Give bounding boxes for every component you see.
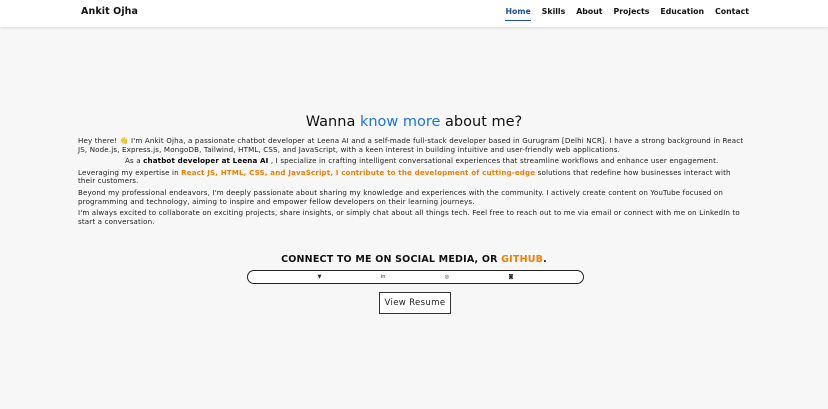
role-highlight: chatbot developer at Leena AI bbox=[143, 156, 269, 166]
expertise-highlight: React JS, HTML, CSS, and JavaScript, I c… bbox=[181, 167, 536, 177]
nav-link-home[interactable]: Home bbox=[505, 7, 532, 21]
navbar: Ankit Ojha Home Skills About Projects Ed… bbox=[0, 0, 828, 27]
linkedin-icon[interactable]: in bbox=[381, 274, 386, 280]
connect-pre: CONNECT TO ME ON SOCIAL MEDIA, OR bbox=[281, 254, 502, 265]
connect-post: . bbox=[543, 254, 547, 265]
twitter-icon[interactable]: ▼ bbox=[318, 274, 322, 280]
about-paragraph-expertise: Leveraging my expertise in React JS, HTM… bbox=[78, 167, 750, 186]
about-paragraph-role: As a chatbot developer at Leena AI , I s… bbox=[78, 156, 750, 166]
about-text: Hey there! 👋 I'm Ankit Ojha, a passionat… bbox=[78, 136, 750, 229]
nav-links: Home Skills About Projects Education Con… bbox=[505, 7, 749, 21]
instagram-icon[interactable]: ◙ bbox=[508, 274, 513, 280]
connect-heading: CONNECT TO ME ON SOCIAL MEDIA, OR GITHUB… bbox=[0, 254, 828, 265]
role-pre: As a bbox=[125, 156, 144, 166]
role-post: , I specialize in crafting intelligent c… bbox=[268, 156, 719, 166]
nav-link-education[interactable]: Education bbox=[660, 7, 704, 19]
brand-logo[interactable]: Ankit Ojha bbox=[81, 6, 138, 17]
github-link[interactable]: GITHUB bbox=[501, 254, 543, 265]
github-icon[interactable]: ◎ bbox=[445, 274, 449, 280]
about-paragraph-collaborate: I'm always excited to collaborate on exc… bbox=[78, 208, 740, 226]
nav-link-about[interactable]: About bbox=[576, 7, 602, 19]
nav-link-contact[interactable]: Contact bbox=[715, 7, 749, 19]
nav-link-skills[interactable]: Skills bbox=[542, 7, 565, 19]
social-links-bar: ▼ in ◎ ◙ bbox=[247, 270, 584, 284]
about-headline: Wanna know more about me? bbox=[0, 114, 828, 130]
about-paragraph-intro: Hey there! 👋 I'm Ankit Ojha, a passionat… bbox=[78, 136, 744, 154]
headline-post: about me? bbox=[440, 114, 523, 130]
headline-accent: know more bbox=[359, 114, 441, 130]
about-paragraph-community: Beyond my professional endeavors, I'm de… bbox=[78, 187, 724, 206]
headline-pre: Wanna bbox=[305, 114, 360, 130]
nav-link-projects[interactable]: Projects bbox=[614, 7, 650, 19]
view-resume-button[interactable]: View Resume bbox=[379, 292, 451, 314]
